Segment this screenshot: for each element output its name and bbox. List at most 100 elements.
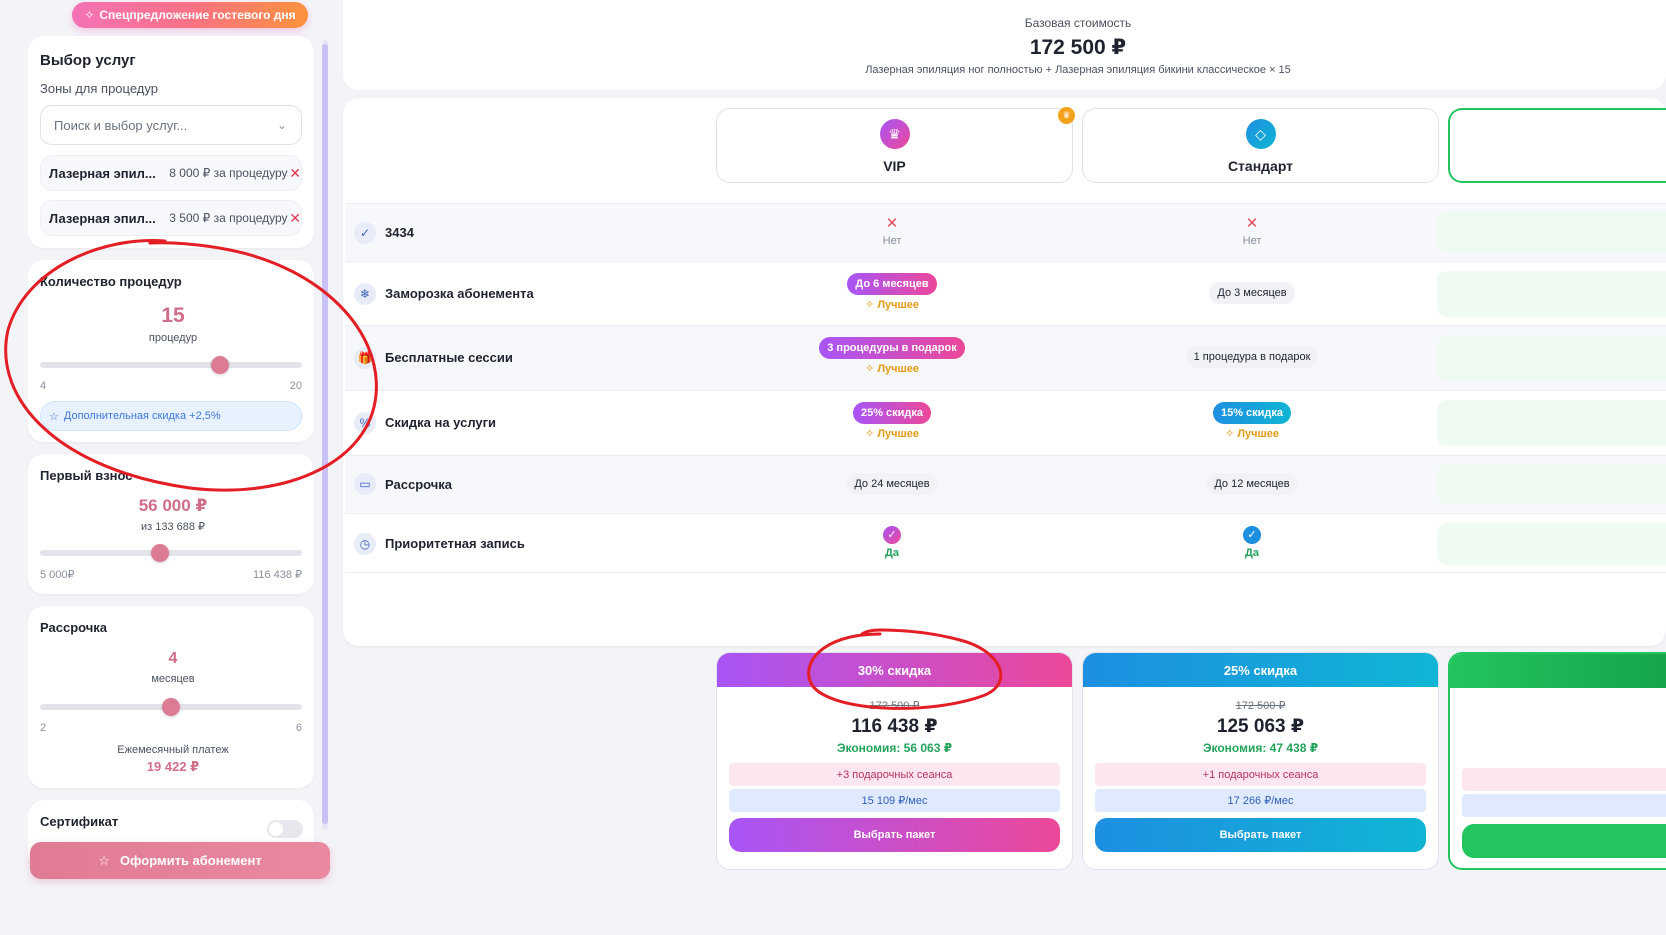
base-cost-description: Лазерная эпиляция ног полностью + Лазерн… (865, 64, 1291, 76)
certificate-toggle[interactable] (267, 820, 303, 838)
standard-cell: ✓ Да (1074, 525, 1430, 559)
extra-discount-label: Дополнительная скидка +2,5% (63, 410, 221, 422)
base-cost-label: Базовая стоимость (1024, 16, 1132, 30)
best-text: Лучшее (877, 299, 919, 311)
tier-header-standard[interactable]: ◇ Стандарт (1082, 108, 1439, 183)
selected-service-chip: Лазерная эпил... 3 500 ₽ за процедуру ✕ (40, 200, 302, 236)
tier-name: Стандарт (1227, 158, 1294, 174)
special-offer-badge[interactable]: ✧ Спецпредложение гостевого дня (72, 2, 308, 28)
crown-badge-icon: ♛ (1058, 107, 1075, 124)
procedures-slider[interactable] (40, 356, 302, 374)
vip-cell: ✓ Да (714, 525, 1070, 559)
services-title: Выбор услуг (40, 52, 136, 69)
standard-cell: До 3 месяцев (1074, 282, 1430, 304)
tier-header-vip[interactable]: ♛ VIP (716, 108, 1073, 183)
procedures-title: Количество процедур (40, 274, 182, 289)
monthly-payment-label: Ежемесячный платеж (117, 744, 229, 756)
base-cost-card: Базовая стоимость 172 500 ₽ Лазерная эпи… (343, 0, 1666, 90)
crown-icon: ♛ (879, 119, 910, 149)
sparkle-icon: ✧ (865, 363, 875, 375)
procedures-unit: процедур (148, 332, 198, 344)
check-circle-icon: ✓ (1243, 525, 1261, 544)
sidebar-scrollbar-thumb[interactable] (322, 44, 328, 824)
best-label: ✧ Лучшее (714, 298, 1070, 311)
standard-value: До 3 месяцев (1209, 282, 1295, 304)
gift-icon: 🎁 (354, 347, 376, 369)
sidebar: ✧ Спецпредложение гостевого дня Выбор ус… (0, 0, 340, 935)
vip-cell: До 24 месяцев (714, 473, 1070, 495)
check-icon: ✓ (354, 222, 376, 244)
cross-icon: ✕ (1245, 215, 1259, 232)
chevron-down-icon: ⌄ (276, 118, 287, 132)
tier-name: VIP (883, 158, 906, 174)
sparkle-icon: ✧ (1225, 428, 1235, 440)
tier-header-partial[interactable] (1448, 108, 1666, 183)
procedures-slider-thumb[interactable] (211, 356, 230, 374)
installment-value: 4 (168, 650, 178, 667)
package-gift: +1 подарочных сеанса (1095, 763, 1426, 786)
installment-slider[interactable] (40, 698, 302, 716)
partial-tier-cell (1437, 335, 1666, 381)
selected-service-price: 3 500 ₽ за процедуру (169, 211, 288, 225)
extra-discount-badge: ☆ Дополнительная скидка +2,5% (40, 401, 302, 431)
first-payment-slider[interactable] (40, 544, 302, 562)
sparkle-icon: ✧ (865, 428, 875, 440)
standard-cell: 1 процедура в подарок (1074, 346, 1430, 368)
package-discount: 30% скидка (717, 653, 1072, 687)
package-monthly: 17 266 ₽/мес (1095, 789, 1426, 812)
check-circle-icon: ✓ (883, 525, 901, 544)
clock-icon: ◷ (354, 533, 376, 555)
partial-tier-cell (1437, 212, 1666, 252)
first-payment-of-total: из 133 688 ₽ (140, 521, 206, 533)
first-payment-value: 56 000 ₽ (138, 496, 208, 515)
procedures-value: 15 (161, 304, 185, 327)
star-icon: ☆ (49, 410, 59, 423)
package-price: 125 063 ₽ (1216, 716, 1305, 737)
package-card-partial (1448, 652, 1666, 870)
first-payment-slider-thumb[interactable] (150, 544, 169, 562)
installment-slider-thumb[interactable] (162, 698, 180, 716)
checkout-button[interactable]: ☆ Оформить абонемент (30, 842, 330, 879)
installment-title: Рассрочка (40, 620, 108, 635)
zones-label: Зоны для процедур (40, 81, 158, 96)
first-payment-min: 5 000₽ (40, 569, 75, 581)
first-payment-max: 116 438 ₽ (252, 569, 302, 581)
service-search-placeholder: Поиск и выбор услуг... (54, 117, 188, 133)
diamond-icon: ◇ (1245, 119, 1276, 149)
sparkle-icon: ✧ (84, 8, 95, 22)
remove-service-icon[interactable]: ✕ (289, 165, 301, 182)
sidebar-scroll-area: Выбор услуг Зоны для процедур Поиск и вы… (28, 36, 318, 881)
package-gift: +3 подарочных сеанса (729, 763, 1060, 786)
feature-label: Заморозка абонемента (385, 286, 534, 301)
select-package-button[interactable]: Выбрать пакет (1095, 818, 1426, 852)
monthly-payment-value: 19 422 ₽ (146, 759, 200, 774)
service-search-select[interactable]: Поиск и выбор услуг... ⌄ (40, 105, 302, 145)
best-label: ✧ Лучшее (714, 362, 1070, 375)
feature-label: Скидка на услуги (385, 415, 497, 430)
procedures-card: Количество процедур 15 процедур 4 20 ☆ Д… (28, 260, 314, 442)
package-card-vip: 30% скидка 172 500 ₽ 116 438 ₽ Экономия:… (716, 652, 1073, 870)
first-payment-card: Первый взнос 56 000 ₽ из 133 688 ₽ 5 000… (28, 454, 314, 594)
package-discount: 25% скидка (1083, 653, 1438, 687)
procedures-min: 4 (40, 380, 47, 392)
partial-tier-cell (1437, 464, 1666, 504)
select-package-button[interactable]: Выбрать пакет (729, 818, 1060, 852)
sparkle-icon: ✧ (865, 299, 875, 311)
standard-cell: ✕ Нет (1074, 215, 1430, 247)
select-package-button[interactable] (1462, 824, 1666, 858)
installment-min: 2 (40, 722, 47, 734)
package-monthly-stub (1462, 794, 1666, 817)
package-discount-band (1450, 654, 1666, 688)
best-text: Лучшее (1237, 428, 1279, 440)
standard-value: Нет (1242, 235, 1262, 247)
feature-label: Бесплатные сессии (385, 350, 513, 365)
first-payment-title: Первый взнос (40, 468, 133, 483)
standard-value: 15% скидка (1212, 402, 1292, 424)
vip-value: Нет (882, 235, 902, 247)
vip-cell: ✕ Нет (714, 216, 1070, 247)
vip-value: До 24 месяцев (846, 473, 938, 495)
package-card-standard: 25% скидка 172 500 ₽ 125 063 ₽ Экономия:… (1082, 652, 1439, 870)
selected-service-chip: Лазерная эпил... 8 000 ₽ за процедуру ✕ (40, 155, 302, 191)
remove-service-icon[interactable]: ✕ (289, 210, 301, 227)
selected-service-name: Лазерная эпил... (49, 165, 156, 181)
